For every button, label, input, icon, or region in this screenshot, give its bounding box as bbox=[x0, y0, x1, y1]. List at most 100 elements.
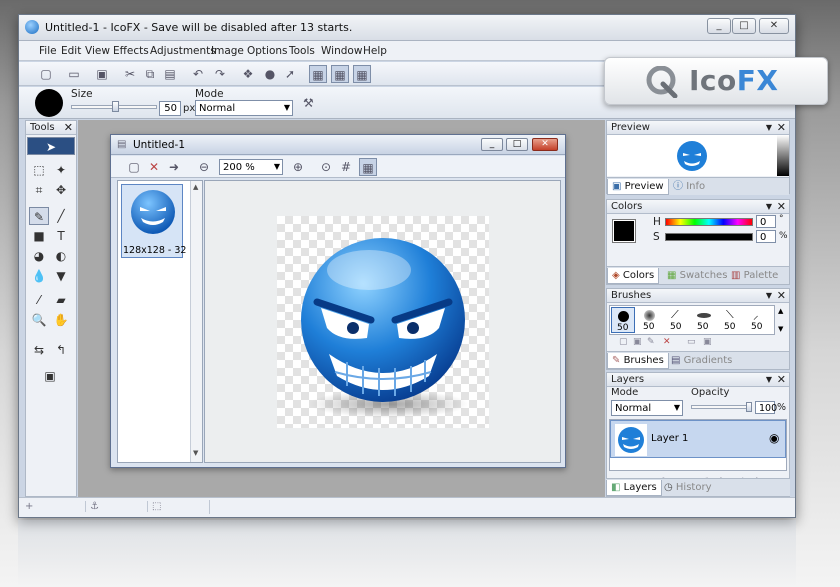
brush-item[interactable]: 50 bbox=[692, 307, 716, 333]
close-icon[interactable]: ✕ bbox=[777, 289, 786, 302]
panel-menu-icon[interactable]: ▼ bbox=[766, 121, 772, 134]
toggle-view-2-icon[interactable]: ▦ bbox=[331, 65, 349, 83]
saturation-slider[interactable] bbox=[665, 233, 753, 241]
menu-effects[interactable]: Effects bbox=[113, 45, 149, 57]
duplicate-brush-icon[interactable]: ▣ bbox=[633, 337, 642, 347]
tab-info[interactable]: ⓘ Info bbox=[669, 179, 709, 195]
opacity-slider[interactable] bbox=[691, 402, 752, 412]
tab-gradients[interactable]: ▤ Gradients bbox=[667, 353, 736, 369]
new-brush-icon[interactable]: ▢ bbox=[619, 337, 628, 347]
hue-slider[interactable] bbox=[665, 218, 753, 226]
copy-icon[interactable]: ⧉ bbox=[141, 65, 159, 83]
reset-tool-icon[interactable]: ⚒ bbox=[303, 96, 314, 110]
mode-select[interactable]: Normal ▼ bbox=[195, 100, 293, 116]
eye-icon[interactable]: ◉ bbox=[769, 431, 779, 445]
redo-icon[interactable]: ↷ bbox=[211, 65, 229, 83]
close-button[interactable]: ✕ bbox=[759, 18, 789, 34]
magic-wand-tool-icon[interactable]: ✦ bbox=[51, 161, 71, 179]
move-tool-icon[interactable]: ✥ bbox=[51, 181, 71, 199]
saturation-input[interactable]: 0 bbox=[756, 230, 776, 243]
zoom-in-icon[interactable]: ⊕ bbox=[289, 158, 307, 176]
scroll-up-icon[interactable]: ▲ bbox=[193, 183, 198, 191]
panel-menu-icon[interactable]: ▼ bbox=[766, 200, 772, 213]
image-thumbnail[interactable]: 128x128 - 32 bbox=[121, 184, 186, 258]
doc-maximize-button[interactable]: □ bbox=[506, 138, 528, 151]
opacity-input[interactable]: 100 bbox=[755, 401, 777, 414]
rect-select-tool-icon[interactable]: ⬚ bbox=[29, 161, 49, 179]
close-icon[interactable]: ✕ bbox=[64, 121, 73, 134]
close-icon[interactable]: ✕ bbox=[777, 200, 786, 213]
hue-input[interactable]: 0 bbox=[756, 215, 776, 228]
tab-history[interactable]: ◷ History bbox=[660, 480, 715, 496]
minimize-button[interactable]: _ bbox=[707, 18, 731, 34]
cut-icon[interactable]: ✂ bbox=[121, 65, 139, 83]
toggle-view-1-icon[interactable]: ▦ bbox=[309, 65, 327, 83]
size-slider-thumb[interactable] bbox=[112, 101, 119, 112]
doc-close-button[interactable]: ✕ bbox=[532, 138, 558, 151]
size-input[interactable]: 50 bbox=[159, 101, 181, 116]
panel-menu-icon[interactable]: ▼ bbox=[766, 373, 772, 386]
line-tool-icon[interactable]: ╱ bbox=[51, 207, 71, 225]
save-icon[interactable]: ▣ bbox=[93, 65, 111, 83]
sharpen-tool-icon[interactable]: ▼ bbox=[51, 267, 71, 285]
opacity-slider-thumb[interactable] bbox=[746, 402, 752, 412]
close-icon[interactable]: ✕ bbox=[777, 121, 786, 134]
save-brush-icon[interactable]: ▣ bbox=[703, 337, 712, 347]
menu-edit[interactable]: Edit bbox=[61, 45, 81, 57]
preview-bg-gradient[interactable] bbox=[777, 135, 789, 176]
blur-tool-icon[interactable]: 💧 bbox=[29, 267, 49, 285]
menu-adjustments[interactable]: Adjustments bbox=[150, 45, 216, 57]
tab-swatches[interactable]: ▦ Swatches bbox=[663, 268, 731, 284]
zoom-tool-icon[interactable]: 🔍 bbox=[29, 311, 49, 329]
menu-help[interactable]: Help bbox=[363, 45, 387, 57]
menu-image[interactable]: Image bbox=[211, 45, 244, 57]
size-slider[interactable] bbox=[71, 101, 157, 112]
brush-item[interactable]: 50 bbox=[638, 307, 662, 333]
primary-color-swatch[interactable] bbox=[612, 219, 636, 243]
menu-view[interactable]: View bbox=[85, 45, 110, 57]
scroll-down-icon[interactable]: ▼ bbox=[778, 325, 783, 333]
layer-row[interactable]: Layer 1 ◉ bbox=[610, 420, 786, 458]
eraser-tool-icon[interactable]: ▰ bbox=[51, 291, 71, 309]
cursor-icon[interactable]: ➚ bbox=[281, 65, 299, 83]
hand-tool-icon[interactable]: ✋ bbox=[51, 311, 71, 329]
panel-menu-icon[interactable]: ▼ bbox=[766, 289, 772, 302]
color-picker-tool-icon[interactable]: ⁄ bbox=[29, 291, 49, 309]
fill-tool-icon[interactable]: ◕ bbox=[29, 247, 49, 265]
delete-brush-icon[interactable]: ✕ bbox=[663, 337, 671, 347]
zoom-select[interactable]: 200 % ▼ bbox=[219, 159, 283, 175]
apple-icon[interactable]: ● bbox=[261, 65, 279, 83]
open-folder-icon[interactable]: ▭ bbox=[65, 65, 83, 83]
tab-palette[interactable]: ▥ Palette bbox=[727, 268, 782, 284]
rectangle-tool-icon[interactable]: ■ bbox=[29, 227, 49, 245]
actual-size-icon[interactable]: ⊙ bbox=[317, 158, 335, 176]
brush-item[interactable]: ⟍ 50 bbox=[719, 307, 743, 333]
close-icon[interactable]: ✕ bbox=[777, 373, 786, 386]
maximize-button[interactable]: □ bbox=[732, 18, 756, 34]
menu-tools[interactable]: Tools bbox=[289, 45, 315, 57]
edit-brush-icon[interactable]: ✎ bbox=[647, 337, 655, 347]
scroll-down-icon[interactable]: ▼ bbox=[193, 449, 198, 457]
brush-item[interactable]: 50 bbox=[611, 307, 635, 333]
paste-icon[interactable]: ▤ bbox=[161, 65, 179, 83]
rotate-icon[interactable]: ↰ bbox=[51, 341, 71, 359]
grid-icon[interactable]: # bbox=[337, 158, 355, 176]
menu-file[interactable]: File bbox=[39, 45, 57, 57]
crop-tool-icon[interactable]: ⌗ bbox=[29, 181, 49, 199]
load-brush-icon[interactable]: ▭ bbox=[687, 337, 696, 347]
tab-preview[interactable]: ▣ Preview bbox=[607, 179, 669, 195]
brush-item[interactable]: ⸝ 50 bbox=[746, 307, 770, 333]
screen-mode-icon[interactable]: ▣ bbox=[40, 367, 60, 385]
doc-minimize-button[interactable]: _ bbox=[481, 138, 503, 151]
new-file-icon[interactable]: ▢ bbox=[37, 65, 55, 83]
delete-image-icon[interactable]: ✕ bbox=[145, 158, 163, 176]
pointer-tool-icon[interactable]: ➤ bbox=[27, 137, 75, 155]
toggle-view-3-icon[interactable]: ▦ bbox=[353, 65, 371, 83]
tab-colors[interactable]: ◈ Colors bbox=[607, 268, 660, 284]
new-image-icon[interactable]: ▢ bbox=[125, 158, 143, 176]
gradient-tool-icon[interactable]: ◐ bbox=[51, 247, 71, 265]
menu-window[interactable]: Window bbox=[321, 45, 362, 57]
windows-icon[interactable]: ❖ bbox=[239, 65, 257, 83]
swap-colors-icon[interactable]: ⇆ bbox=[29, 341, 49, 359]
scroll-up-icon[interactable]: ▲ bbox=[778, 307, 783, 315]
